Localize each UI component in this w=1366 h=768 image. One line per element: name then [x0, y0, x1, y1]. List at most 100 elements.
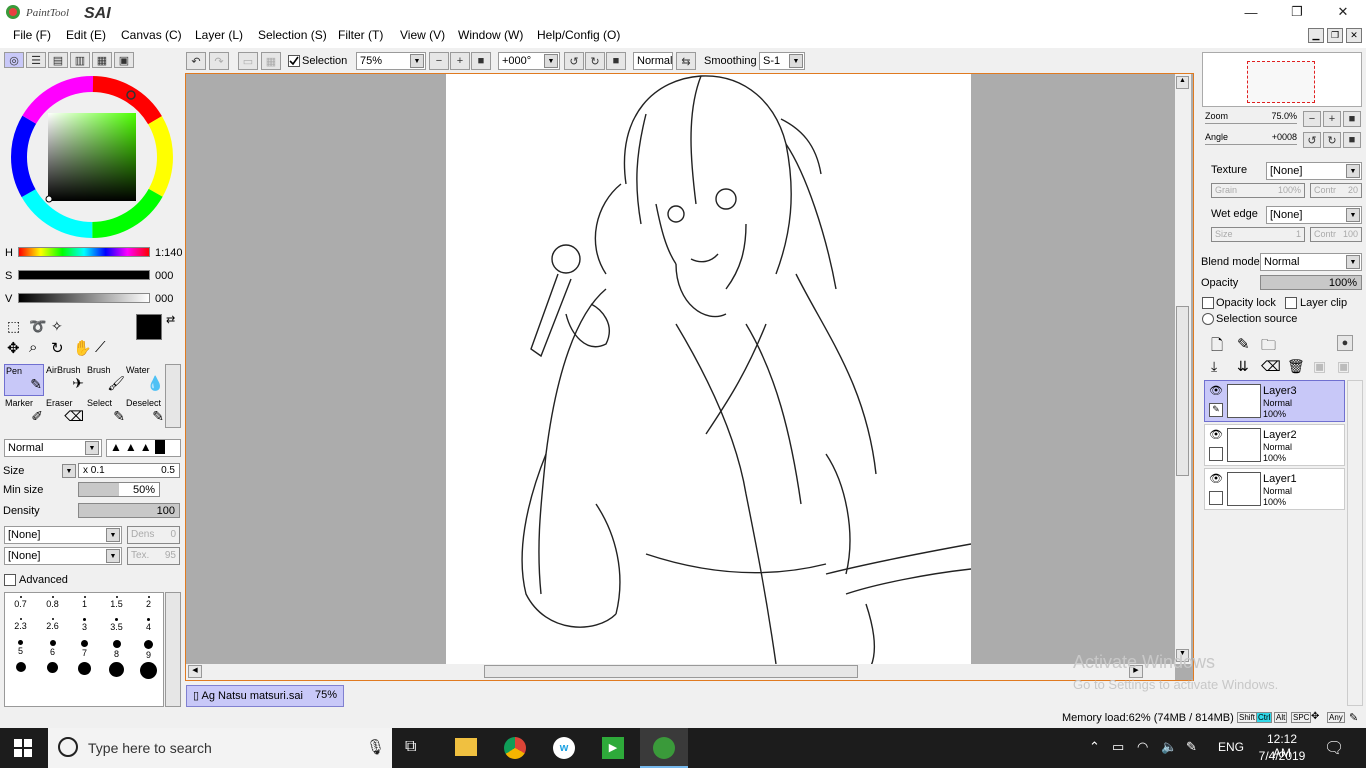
rotate-right-icon[interactable]: ↻	[585, 52, 605, 70]
apply-mask-icon[interactable]: ▣	[1313, 358, 1326, 375]
dens-field[interactable]: Dens 0	[127, 526, 180, 544]
invert-selection-icon[interactable]: ▦	[261, 52, 281, 70]
eyedropper-icon[interactable]: ⟋	[95, 339, 106, 356]
brush-size-cell[interactable]	[37, 659, 68, 690]
density-slider[interactable]: 100	[78, 503, 180, 518]
mdi-minimize-icon[interactable]: ▁	[1308, 28, 1324, 43]
hsv-slider-tab-icon[interactable]: ▤	[48, 52, 68, 68]
lasso-icon[interactable]: ➰	[29, 318, 46, 335]
tool-brush[interactable]: Brush 🖌	[86, 364, 126, 396]
brush-tex2-dropdown-icon[interactable]: ▼	[106, 549, 120, 563]
selection-checkbox[interactable]	[288, 55, 300, 67]
wps-office-icon[interactable]: w	[553, 737, 575, 759]
texture-contr-field[interactable]: Contr 20	[1310, 183, 1362, 198]
layer-item[interactable]: 👁 Layer1 Normal 100%	[1204, 468, 1345, 510]
zoom-icon[interactable]: ⌕	[29, 339, 37, 356]
tool-deselect[interactable]: Deselect ✎	[125, 397, 165, 429]
delete-layer-icon[interactable]: 🗑	[1287, 358, 1305, 375]
file-explorer-icon[interactable]	[455, 738, 477, 756]
menu-file[interactable]: File (F)	[13, 28, 51, 42]
brush-texture-select[interactable]: [None]	[4, 526, 122, 544]
minimize-button[interactable]: —	[1228, 0, 1274, 24]
mdi-restore-icon[interactable]: ❐	[1327, 28, 1343, 43]
foreground-color-swatch[interactable]	[136, 314, 162, 340]
clock-date[interactable]: 7/4/2019	[1257, 749, 1307, 763]
brush-mode-dropdown-icon[interactable]: ▼	[85, 441, 99, 455]
brush-size-cell[interactable]	[101, 659, 132, 690]
windows-start-icon[interactable]	[14, 739, 32, 757]
menu-canvas[interactable]: Canvas (C)	[121, 28, 182, 42]
move-icon[interactable]: ✥	[7, 339, 20, 357]
brush-shape-selector[interactable]: ▲▲▲■	[106, 439, 181, 457]
rotate-reset-icon[interactable]: ■	[606, 52, 626, 70]
opacity-lock-checkbox[interactable]	[1202, 297, 1214, 309]
tool-eraser[interactable]: Eraser ⌫	[45, 397, 85, 429]
color-wheel[interactable]	[10, 75, 174, 239]
color-wheel-tab-icon[interactable]: ◎	[4, 52, 24, 68]
deselect-icon[interactable]: ▭	[238, 52, 258, 70]
paint-tool-sai-taskbar-button[interactable]	[640, 728, 688, 768]
zoom-dropdown-icon[interactable]: ▼	[410, 54, 424, 68]
menu-help-config[interactable]: Help/Config (O)	[537, 28, 620, 42]
show-hidden-icons-icon[interactable]: ⌃	[1089, 739, 1100, 755]
undo-icon[interactable]: ↶	[186, 52, 206, 70]
canvas-area[interactable]	[185, 73, 1194, 681]
clear-layer-icon[interactable]: ⌫	[1261, 358, 1281, 375]
redo-icon[interactable]: ↷	[209, 52, 229, 70]
microphone-icon[interactable]: 🎙	[366, 738, 385, 756]
close-button[interactable]: ✕	[1320, 0, 1366, 24]
brush-size-cell[interactable]	[133, 659, 164, 690]
menu-filter[interactable]: Filter (T)	[338, 28, 383, 42]
mdi-close-icon[interactable]: ✕	[1346, 28, 1362, 43]
magic-wand-icon[interactable]: ✧	[51, 318, 63, 335]
wet-contr-field[interactable]: Contr 100	[1310, 227, 1362, 242]
rotate-icon[interactable]: ↻	[51, 339, 64, 357]
menu-selection[interactable]: Selection (S)	[258, 28, 327, 42]
layer-item[interactable]: 👁 ✎ Layer3 Normal 100%	[1204, 380, 1345, 422]
selection-source-radio[interactable]	[1202, 313, 1214, 325]
language-indicator[interactable]: ENG	[1218, 740, 1244, 754]
opacity-slider[interactable]: 100%	[1260, 275, 1362, 290]
layer-clip-checkbox[interactable]	[1285, 297, 1297, 309]
battery-icon[interactable]: ▭	[1112, 739, 1124, 755]
size-slider[interactable]: x 0.1 0.5	[78, 463, 180, 478]
wifi-icon[interactable]: ◠	[1137, 739, 1148, 755]
grain-field[interactable]: Grain 100%	[1211, 183, 1305, 198]
angle-dropdown-icon[interactable]: ▼	[544, 54, 558, 68]
tool-pen[interactable]: Pen ✎	[4, 364, 44, 396]
color-picker-tab-icon[interactable]: ▣	[114, 52, 134, 68]
nav-zoom-slider[interactable]	[1205, 123, 1297, 124]
tool-select[interactable]: Select ✎	[86, 397, 126, 429]
hand-icon[interactable]: ✋	[73, 339, 92, 357]
tool-marker[interactable]: Marker ✐	[4, 397, 44, 429]
canvas-blend-select[interactable]: Normal	[633, 52, 673, 70]
value-slider[interactable]	[18, 293, 150, 303]
visibility-eye-icon[interactable]: 👁	[1209, 384, 1223, 397]
brush-tex2-select[interactable]: [None]	[4, 547, 122, 565]
saturation-slider[interactable]	[18, 270, 150, 280]
chrome-icon[interactable]	[504, 737, 526, 759]
notification-center-icon[interactable]: 🗨	[1324, 738, 1344, 758]
scroll-up-icon[interactable]: ▲	[1176, 76, 1189, 89]
brush-texture-dropdown-icon[interactable]: ▼	[106, 528, 120, 542]
wet-size-field[interactable]: Size 1	[1211, 227, 1305, 242]
zoom-reset-icon[interactable]: ■	[471, 52, 491, 70]
task-view-icon[interactable]: ⧉	[405, 738, 416, 756]
flip-canvas-icon[interactable]: ⇆	[676, 52, 696, 70]
layer-mask-icon[interactable]: ●	[1337, 335, 1353, 351]
scratchpad-tab-icon[interactable]: ▦	[92, 52, 112, 68]
advanced-checkbox[interactable]	[4, 574, 16, 586]
volume-icon[interactable]: 🔈	[1161, 739, 1177, 755]
hue-slider[interactable]	[18, 247, 150, 257]
vertical-scroll-thumb[interactable]	[1176, 306, 1189, 476]
layer-list-scrollbar[interactable]	[1347, 380, 1363, 706]
wet-edge-dropdown-icon[interactable]: ▼	[1346, 208, 1360, 222]
swap-colors-icon[interactable]: ⇄	[166, 313, 175, 326]
nav-rotate-right-icon[interactable]: ↻	[1323, 132, 1341, 148]
navigator-preview[interactable]	[1202, 52, 1362, 107]
menu-layer[interactable]: Layer (L)	[195, 28, 243, 42]
size-mult-dropdown-icon[interactable]: ▼	[62, 464, 76, 478]
nav-angle-slider[interactable]	[1205, 144, 1297, 145]
taskbar-search-box[interactable]: Type here to search 🎙	[48, 728, 392, 768]
transfer-down-icon[interactable]: ⤓	[1211, 358, 1217, 375]
